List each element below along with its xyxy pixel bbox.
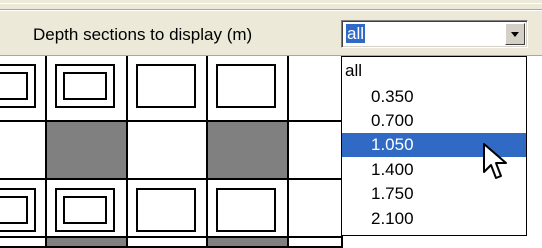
section-square-inner	[0, 72, 28, 100]
grid-cell	[0, 122, 47, 180]
grid-cell	[289, 122, 343, 180]
grid-cell	[47, 56, 128, 122]
depth-sections-combobox[interactable]: all	[341, 20, 528, 48]
grid-cell	[289, 238, 343, 248]
depth-sections-label: Depth sections to display (m)	[33, 25, 253, 44]
combobox-value: all	[346, 24, 366, 43]
grid-cell	[128, 56, 208, 122]
grid-cell	[0, 238, 47, 248]
grid-cell	[289, 56, 343, 122]
dropdown-option-0-700[interactable]: 0.700	[342, 109, 526, 133]
grid-cell	[208, 56, 289, 122]
section-square	[216, 188, 276, 232]
dropdown-option-all[interactable]: all	[342, 59, 526, 83]
dropdown-button[interactable]	[505, 23, 525, 45]
toolbar: Depth sections to display (m) all	[0, 0, 542, 56]
grid-cell	[208, 238, 289, 248]
grid-cell	[0, 56, 47, 122]
section-square	[216, 64, 276, 108]
section-square	[55, 64, 115, 108]
dropdown-option-1-750[interactable]: 1.750	[342, 182, 526, 206]
grid-cell	[208, 122, 289, 180]
section-square	[55, 188, 115, 232]
section-square	[0, 188, 36, 232]
dropdown-option-0-350[interactable]: 0.350	[342, 85, 526, 109]
dropdown-option-2-100[interactable]: 2.100	[342, 207, 526, 231]
grid-cell	[47, 180, 128, 238]
arrow-pointer-icon	[483, 143, 507, 179]
section-square-inner	[63, 196, 107, 224]
section-square	[0, 64, 36, 108]
grid-cell	[47, 122, 128, 180]
chevron-down-icon	[511, 32, 519, 37]
grid-cell	[128, 122, 208, 180]
grid-cell	[0, 180, 47, 238]
grid-cell	[47, 238, 128, 248]
section-square	[136, 64, 196, 108]
section-square	[136, 188, 196, 232]
grid-cell	[128, 238, 208, 248]
grid-cell	[289, 180, 343, 238]
grid-cell	[208, 180, 289, 238]
section-square-inner	[0, 196, 28, 224]
toolbar-divider	[0, 3, 542, 4]
grid-cell	[128, 180, 208, 238]
section-square-inner	[63, 72, 107, 100]
toolbar-divider	[0, 10, 542, 11]
